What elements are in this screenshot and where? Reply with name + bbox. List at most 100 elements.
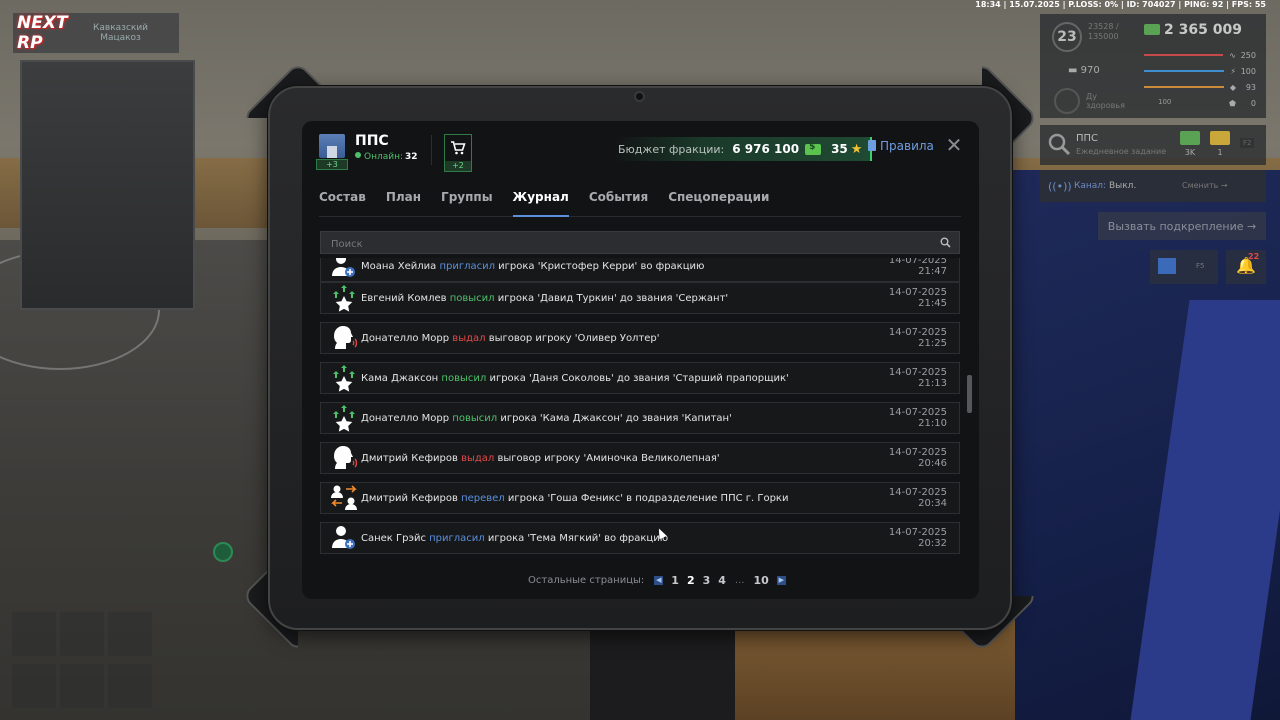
prev-page-button[interactable]: ◀ xyxy=(654,575,664,585)
calendar-button[interactable]: F5 xyxy=(1150,250,1218,284)
bar-row: ∿ 250 xyxy=(1144,47,1256,63)
ticket-icon xyxy=(1210,131,1230,145)
journal-row: Евгений Комлев повысил игрока 'Давид Тур… xyxy=(320,282,960,314)
journal-action: повысил xyxy=(441,372,487,384)
journal-action: повысил xyxy=(452,412,498,424)
hotbar-slot[interactable] xyxy=(12,612,56,656)
tab-4[interactable]: События xyxy=(589,187,648,217)
money-icon xyxy=(1180,131,1200,145)
tab-0[interactable]: Состав xyxy=(319,187,366,217)
journal-action: выдал xyxy=(461,452,495,464)
health-label: Ду здоровья xyxy=(1086,92,1125,110)
hotbar-slot[interactable] xyxy=(12,664,56,708)
faction-panel: +3 ППС Онлайн: 32 +2 Бюджет фракции: 6 97… xyxy=(302,121,979,599)
journal-row: Дмитрий Кефиров перевел игрока 'Гоша Фен… xyxy=(320,482,960,514)
journal-time: 14-07-2025 21:25 xyxy=(888,327,947,349)
hud-stats: 18:34 | 15.07.2025 | P.LOSS: 0% | ID: 70… xyxy=(975,0,1266,9)
scene-door xyxy=(20,60,195,310)
player-exp-total: 135000 xyxy=(1088,32,1119,41)
calendar-icon xyxy=(1158,258,1176,274)
page-link-3[interactable]: 3 xyxy=(703,574,711,587)
channel-label: Канал: Выкл. xyxy=(1074,181,1136,191)
journal-actor: Евгений Комлев xyxy=(361,292,447,304)
notifications-button[interactable]: 🔔 22 xyxy=(1226,250,1266,284)
page-link-1[interactable]: 1 xyxy=(671,574,679,587)
car-icon: ▬ xyxy=(1068,65,1081,76)
scrollbar-thumb[interactable] xyxy=(967,375,972,413)
daily-task[interactable]: ППС Ежедневное задание 3K 1 F2 xyxy=(1040,125,1266,165)
faction-tabs: Состав План Группы Журнал События Спецопераци… xyxy=(319,187,961,217)
journal-message: Санек Грэйс пригласил игрока 'Тема Мягки… xyxy=(361,533,863,544)
faction-icon: +3 xyxy=(316,132,348,170)
player-level: 23 xyxy=(1052,22,1082,52)
minimap-marker xyxy=(213,542,233,562)
pagination: Остальные страницы: ◀ 1 2 3 4... 10 ▶ xyxy=(528,573,790,587)
armor-icon: ⬟ xyxy=(1229,98,1236,108)
search-icon xyxy=(940,237,951,248)
daily-task-title: ППС xyxy=(1076,133,1099,144)
journal-message: Донателло Морр выдал выговор игроку 'Оли… xyxy=(361,333,863,344)
reward-ticket-value: 1 xyxy=(1217,148,1223,157)
page-link-2[interactable]: 2 xyxy=(687,574,695,587)
journal-details: выговор игроку 'Оливер Уолтер' xyxy=(485,332,660,344)
hotbar-slot[interactable] xyxy=(60,612,104,656)
journal-action: перевел xyxy=(461,492,505,504)
journal-actor: Донателло Морр xyxy=(361,412,450,424)
calendar-key: F5 xyxy=(1196,262,1205,270)
hotbar xyxy=(12,612,152,710)
next-page-button[interactable]: ▶ xyxy=(776,575,786,585)
player-money: 2 365 009 xyxy=(1164,22,1242,38)
tab-2[interactable]: Группы xyxy=(441,187,493,217)
page-link-4[interactable]: 4 xyxy=(718,574,726,587)
money-icon xyxy=(1144,24,1160,35)
faction-name: ППС xyxy=(355,133,389,149)
bar-row: ⚡ 100 xyxy=(1144,63,1256,79)
bar-value: 93 xyxy=(1245,82,1256,92)
search-icon xyxy=(1048,133,1071,156)
promote-icon xyxy=(321,363,361,393)
hotbar-slot[interactable] xyxy=(108,664,152,708)
heart-rate-icon: ∿ xyxy=(1229,50,1236,60)
search-input[interactable] xyxy=(321,234,959,255)
cars-count: 970 xyxy=(1080,65,1100,76)
close-button[interactable]: ✕ xyxy=(944,135,964,155)
journal-time: 14-07-2025 21:47 xyxy=(888,258,947,277)
pagination-ellipsis: ... xyxy=(734,574,745,586)
cart-icon xyxy=(445,135,471,161)
journal-details: игрока 'Давид Туркин' до звания 'Сержант… xyxy=(494,292,729,304)
scene-banner-stripe xyxy=(1130,300,1280,720)
budget-label: Бюджет фракции: xyxy=(618,142,725,156)
daily-task-subtitle: Ежедневное задание xyxy=(1076,147,1167,156)
journal-details: игрока 'Тема Мягкий' во фракцию xyxy=(484,532,669,544)
journal-message: Дмитрий Кефиров перевел игрока 'Гоша Фен… xyxy=(361,493,863,504)
page-link-last[interactable]: 10 xyxy=(753,574,768,587)
channel-switch[interactable]: Сменить → xyxy=(1182,181,1228,190)
hotbar-slot[interactable] xyxy=(60,664,104,708)
reprimand-icon xyxy=(321,323,361,353)
rules-link[interactable]: Правила xyxy=(868,139,934,153)
radio-channel[interactable]: ((•)) Канал: Выкл. Сменить → xyxy=(1040,170,1266,202)
journal-row: Санек Грэйс пригласил игрока 'Тема Мягки… xyxy=(320,522,960,554)
faction-shop-button[interactable]: +2 xyxy=(444,134,472,172)
pagination-label: Остальные страницы: xyxy=(528,574,645,586)
journal-message: Кама Джаксон повысил игрока 'Даня Соколо… xyxy=(361,373,863,384)
reward-money-value: 3K xyxy=(1184,148,1196,157)
journal-details: выговор игроку 'Аминочка Великолепная' xyxy=(494,452,720,464)
journal-actor: Донателло Морр xyxy=(361,332,450,344)
faction-budget: Бюджет фракции: 6 976 100 35 ★ xyxy=(614,137,873,161)
journal-action: повысил xyxy=(449,292,495,304)
call-backup-button[interactable]: Вызвать подкрепление → xyxy=(1098,212,1266,240)
invite-icon xyxy=(321,258,361,281)
shop-badge: +2 xyxy=(445,161,471,171)
tab-1[interactable]: План xyxy=(386,187,421,217)
hotbar-slot[interactable] xyxy=(108,612,152,656)
journal-scrollbar[interactable] xyxy=(967,258,972,564)
tab-3[interactable]: Журнал xyxy=(512,187,569,217)
health-label-line2: здоровья xyxy=(1086,101,1125,110)
tab-5[interactable]: Спецоперации xyxy=(668,187,769,217)
channel-value: Выкл. xyxy=(1108,181,1137,191)
bar-value: 100 xyxy=(1240,66,1256,76)
player-cars: ▬ 970 xyxy=(1068,65,1100,76)
online-count: 32 xyxy=(405,152,418,162)
server-name-line1: Кавказский xyxy=(93,23,149,33)
